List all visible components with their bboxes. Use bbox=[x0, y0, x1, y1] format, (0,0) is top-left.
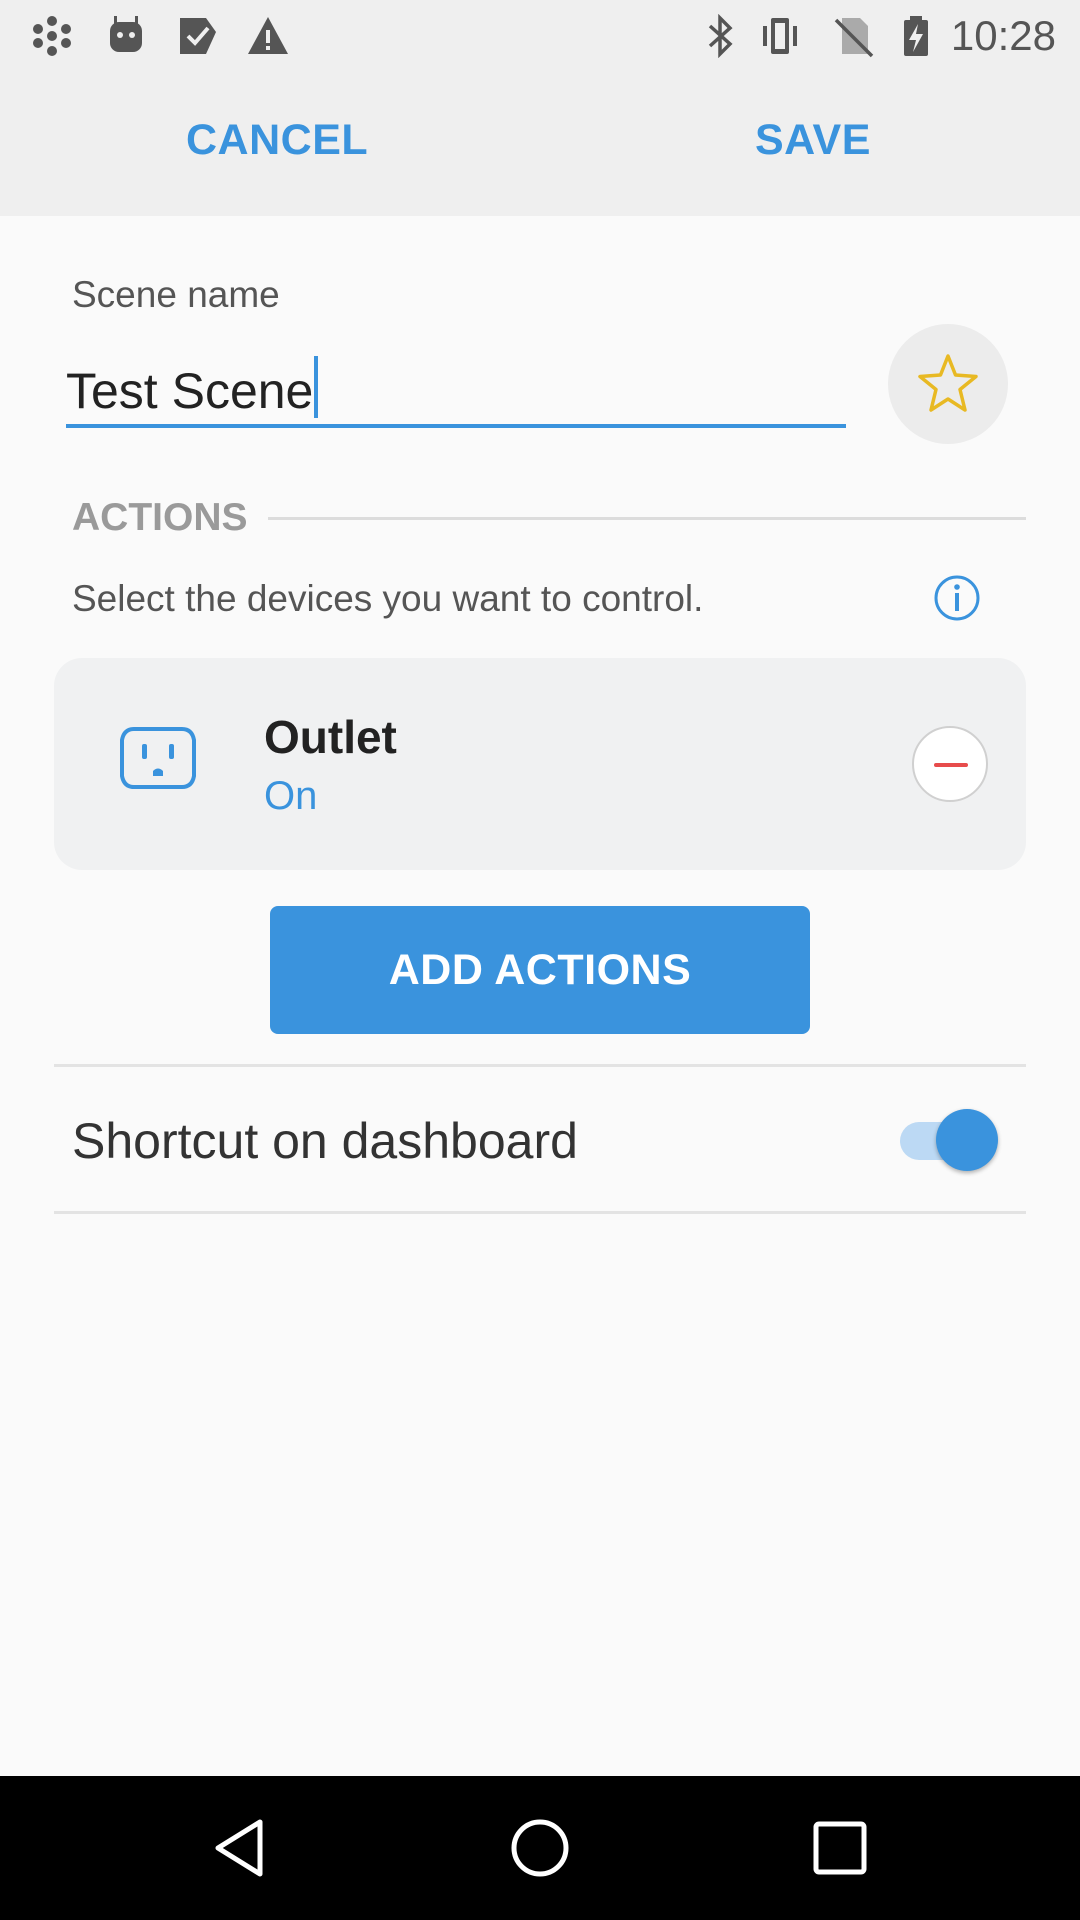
scene-name-input[interactable]: Test Scene bbox=[66, 340, 846, 428]
divider bbox=[54, 1211, 1026, 1214]
top-toolbar: CANCEL SAVE bbox=[0, 72, 1080, 216]
clock: 10:28 bbox=[950, 12, 1056, 59]
vibrate-icon bbox=[763, 18, 797, 54]
back-icon[interactable] bbox=[204, 1812, 276, 1884]
status-bar: 10:28 bbox=[0, 0, 1080, 72]
add-actions-button[interactable]: ADD ACTIONS bbox=[270, 906, 810, 1034]
network-hub-icon bbox=[33, 16, 71, 56]
action-device-state: On bbox=[264, 774, 318, 818]
no-sim-icon bbox=[834, 18, 874, 58]
text-cursor bbox=[314, 356, 319, 418]
scene-name-value: Test Scene bbox=[66, 356, 319, 420]
task-check-icon bbox=[180, 18, 216, 54]
cancel-button[interactable]: CANCEL bbox=[186, 116, 368, 165]
recents-icon[interactable] bbox=[804, 1812, 876, 1884]
outlet-icon bbox=[120, 727, 196, 789]
remove-action-button[interactable] bbox=[912, 726, 988, 802]
divider bbox=[54, 1064, 1026, 1067]
navigation-bar bbox=[0, 1776, 1080, 1920]
star-icon bbox=[918, 354, 978, 412]
action-device-name: Outlet bbox=[264, 711, 397, 763]
favorite-button[interactable] bbox=[888, 324, 1008, 444]
action-item-card[interactable]: Outlet On bbox=[54, 658, 1026, 870]
info-icon[interactable] bbox=[933, 574, 981, 622]
section-divider bbox=[268, 517, 1026, 520]
home-icon[interactable] bbox=[504, 1812, 576, 1884]
toggle-thumb bbox=[936, 1109, 998, 1171]
warning-icon bbox=[248, 17, 288, 54]
scene-name-label: Scene name bbox=[72, 274, 280, 315]
actions-heading: ACTIONS bbox=[72, 496, 248, 539]
actions-description: Select the devices you want to control. bbox=[72, 578, 704, 619]
save-button[interactable]: SAVE bbox=[755, 116, 871, 165]
bluetooth-icon bbox=[708, 14, 733, 58]
shortcut-label: Shortcut on dashboard bbox=[72, 1113, 578, 1169]
android-debug-icon bbox=[110, 16, 142, 52]
minus-icon bbox=[934, 763, 968, 767]
battery-charging-icon bbox=[904, 16, 928, 56]
